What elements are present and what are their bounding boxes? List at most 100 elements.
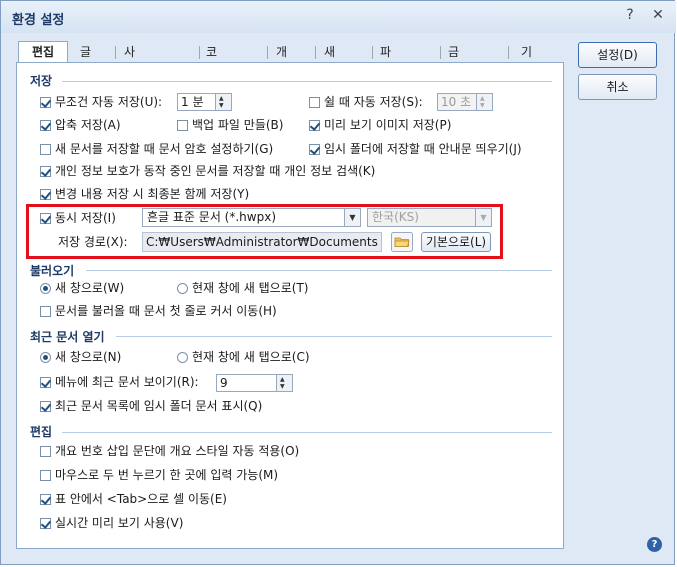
checkbox-unchecked (40, 446, 51, 457)
checkbox-unchecked (40, 306, 51, 317)
live-preview-label: 실시간 미리 보기 사용(V) (55, 516, 184, 530)
radio-unselected (177, 352, 188, 363)
recent-current-tab-label: 현재 창에 새 탭으로(C) (192, 350, 310, 364)
spinner-arrows[interactable]: ▲ ▼ (276, 375, 292, 391)
auto-save-label: 무조건 자동 저장(U): (55, 95, 163, 109)
checkbox-unchecked (40, 470, 51, 481)
recent-count-spinner[interactable]: 9 ▲ ▼ (216, 374, 293, 392)
tab-cell-move-checkbox[interactable]: 표 안에서 <Tab>으로 셀 이동(E) (40, 490, 227, 508)
checkbox-checked (40, 401, 51, 412)
checkbox-checked (40, 166, 51, 177)
tab-divider (508, 46, 509, 59)
double-click-input-label: 마우스로 두 번 누르기 한 곳에 입력 가능(M) (55, 468, 279, 482)
tab-divider (315, 46, 316, 59)
section-title-open: 불러오기 (30, 264, 75, 278)
tab-divider (372, 46, 373, 59)
auto-save-checkbox[interactable]: 무조건 자동 저장(U): (40, 93, 162, 111)
compress-save-label: 압축 저장(A) (55, 118, 121, 132)
preview-image-label: 미리 보기 이미지 저장(P) (324, 118, 452, 132)
radio-selected (40, 352, 51, 363)
auto-save-spinner[interactable]: 1 분 ▲ ▼ (177, 93, 232, 111)
tab-cell-move-label: 표 안에서 <Tab>으로 셀 이동(E) (55, 492, 227, 506)
section-divider (116, 336, 552, 337)
idle-save-checkbox[interactable]: 쉴 때 자동 저장(S): (309, 93, 423, 111)
outline-style-checkbox[interactable]: 개요 번호 삽입 문단에 개요 스타일 자동 적용(O) (40, 442, 299, 460)
password-label: 새 문서를 저장할 때 문서 암호 설정하기(G) (55, 142, 274, 156)
open-current-tab-radio[interactable]: 현재 창에 새 탭으로(T) (177, 279, 308, 297)
help-icon[interactable]: ? (621, 7, 639, 25)
privacy-check-checkbox[interactable]: 개인 정보 보호가 동작 중인 문서를 저장할 때 개인 정보 검색(K) (40, 162, 375, 180)
backup-file-label: 백업 파일 만들(B) (192, 118, 284, 132)
recent-temp-folder-label: 최근 문서 목록에 임시 폴더 문서 표시(Q) (55, 399, 263, 413)
tab-divider (199, 46, 200, 59)
compress-save-checkbox[interactable]: 압축 저장(A) (40, 116, 121, 134)
tab-divider (267, 46, 268, 59)
live-preview-checkbox[interactable]: 실시간 미리 보기 사용(V) (40, 514, 183, 532)
password-checkbox[interactable]: 새 문서를 저장할 때 문서 암호 설정하기(G) (40, 140, 273, 158)
title-bar: 환경 설정 ? ✕ (1, 1, 676, 33)
dialog-title: 환경 설정 (12, 13, 65, 28)
tab-forbidden-chars[interactable]: 금칙 처리 (448, 42, 459, 122)
spinner-value: 10 초 (441, 95, 472, 109)
checkbox-checked (309, 144, 320, 155)
outline-style-label: 개요 번호 삽입 문단에 개요 스타일 자동 적용(O) (55, 444, 300, 458)
checkbox-checked (40, 120, 51, 131)
help-icon[interactable]: ? (647, 537, 662, 552)
preview-image-checkbox[interactable]: 미리 보기 이미지 저장(P) (309, 116, 451, 134)
checkbox-checked (40, 518, 51, 529)
open-cursor-first-line-label: 문서를 불러올 때 문서 첫 줄로 커서 이동(H) (55, 304, 277, 318)
tab-new-doc[interactable]: 새 문서 (324, 42, 335, 101)
section-title-edit: 편집 (30, 425, 53, 439)
checkbox-unchecked (177, 120, 188, 131)
tab-etc[interactable]: 기타 (521, 42, 532, 80)
idle-save-label: 쉴 때 자동 저장(S): (324, 95, 423, 109)
backup-file-checkbox[interactable]: 백업 파일 만들(B) (177, 116, 283, 134)
final-version-checkbox[interactable]: 변경 내용 저장 시 최종본 함께 저장(Y) (40, 185, 249, 203)
idle-save-spinner: 10 초 ▲ ▼ (437, 93, 493, 111)
tab-edit[interactable]: 편집 (18, 41, 68, 64)
spinner-arrows[interactable]: ▲ ▼ (215, 94, 231, 110)
tab-font[interactable]: 글꼴 (80, 42, 91, 80)
tab-user-info[interactable]: 사용자 정보 (124, 42, 135, 143)
recent-new-window-label: 새 창으로(N) (55, 350, 122, 364)
checkbox-checked (40, 97, 51, 108)
section-divider (62, 432, 552, 433)
checkbox-checked (309, 120, 320, 131)
open-cursor-first-line-checkbox[interactable]: 문서를 불러올 때 문서 첫 줄로 커서 이동(H) (40, 302, 277, 320)
section-divider (62, 81, 552, 82)
checkbox-checked (40, 377, 51, 388)
cancel-button[interactable]: 취소 (578, 74, 657, 100)
recent-new-window-radio[interactable]: 새 창으로(N) (40, 348, 121, 366)
close-icon[interactable]: ✕ (649, 7, 667, 25)
open-current-tab-label: 현재 창에 새 탭으로(T) (192, 281, 309, 295)
section-title-save: 저장 (30, 74, 53, 88)
recent-current-tab-radio[interactable]: 현재 창에 새 탭으로(C) (177, 348, 310, 366)
checkbox-checked (40, 189, 51, 200)
final-version-label: 변경 내용 저장 시 최종본 함께 저장(Y) (55, 187, 250, 201)
radio-unselected (177, 283, 188, 294)
spinner-value: 9 (220, 376, 228, 390)
temp-notice-checkbox[interactable]: 임시 폴더에 저장할 때 안내문 띄우기(J) (309, 140, 522, 158)
temp-notice-label: 임시 폴더에 저장할 때 안내문 띄우기(J) (324, 142, 522, 156)
section-title-recent: 최근 문서 열기 (30, 330, 105, 344)
radio-selected (40, 283, 51, 294)
recent-menu-show-label: 메뉴에 최근 문서 보이기(R): (55, 375, 199, 389)
highlight-box (26, 204, 503, 259)
recent-menu-show-checkbox[interactable]: 메뉴에 최근 문서 보이기(R): (40, 373, 199, 391)
section-divider (86, 270, 552, 271)
tab-code-format[interactable]: 코드 형식 (206, 42, 217, 122)
tab-divider (440, 46, 441, 59)
privacy-check-label: 개인 정보 보호가 동작 중인 문서를 저장할 때 개인 정보 검색(K) (55, 164, 376, 178)
tab-object[interactable]: 개체 (276, 42, 287, 80)
checkbox-checked (40, 494, 51, 505)
double-click-input-checkbox[interactable]: 마우스로 두 번 누르기 한 곳에 입력 가능(M) (40, 466, 278, 484)
tab-file-location[interactable]: 파일 위치 (380, 42, 391, 122)
spinner-value: 1 분 (181, 95, 204, 109)
open-new-window-radio[interactable]: 새 창으로(W) (40, 279, 124, 297)
recent-temp-folder-checkbox[interactable]: 최근 문서 목록에 임시 폴더 문서 표시(Q) (40, 397, 262, 415)
spinner-arrows: ▲ ▼ (476, 94, 492, 110)
checkbox-unchecked (309, 97, 320, 108)
tab-divider (115, 46, 116, 59)
checkbox-unchecked (40, 144, 51, 155)
ok-button[interactable]: 설정(D) (578, 42, 657, 68)
